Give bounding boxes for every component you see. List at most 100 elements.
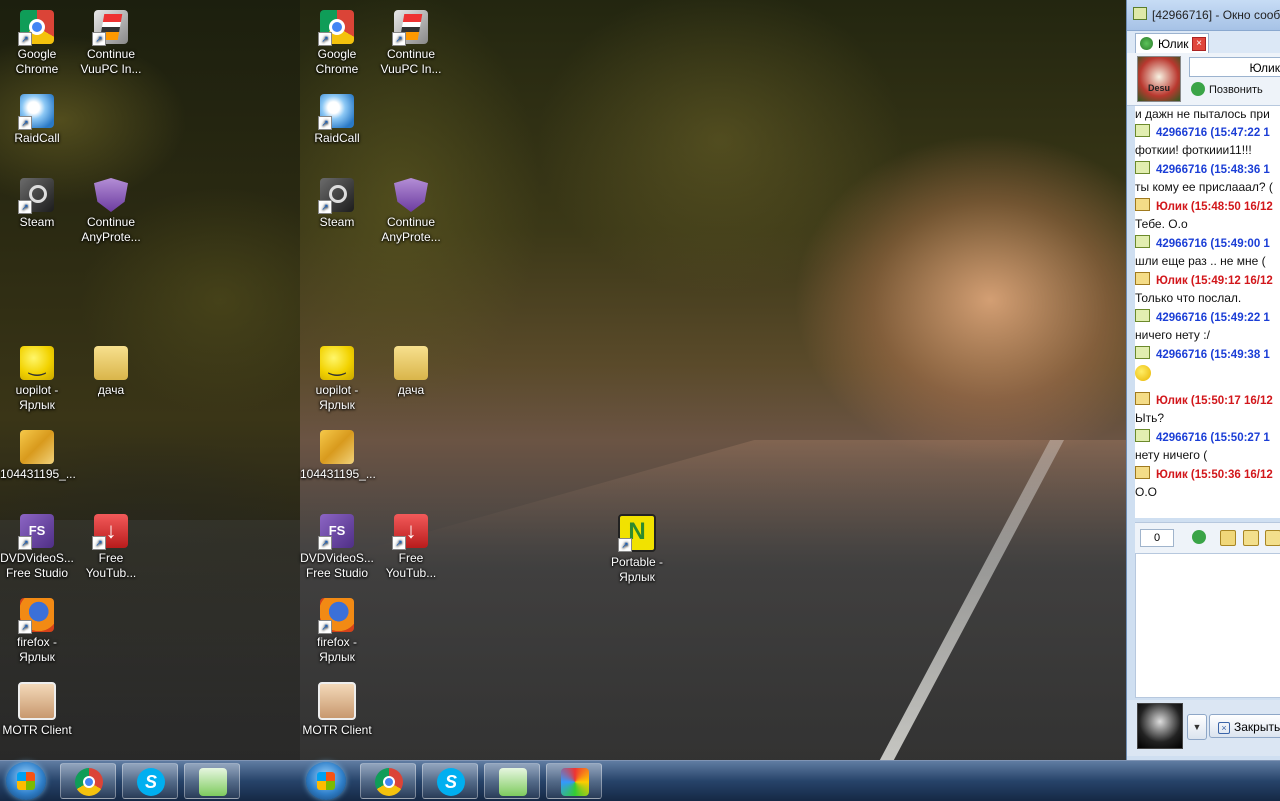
firefox-icon	[318, 598, 354, 634]
desktop-icon-label: 104431195_...	[300, 467, 376, 481]
desktop-icon-anyprotect[interactable]: Continue AnyProte...	[374, 172, 448, 245]
emoticons-icon[interactable]	[1192, 530, 1206, 544]
smiley-icon	[20, 346, 54, 380]
taskbar-paint[interactable]	[546, 763, 602, 799]
shield-icon	[394, 178, 428, 212]
desktop-icon-portable[interactable]: Portable - Ярлык	[600, 508, 674, 585]
paint-icon	[561, 768, 589, 796]
desktop-icon-label: Google Chrome	[15, 47, 59, 76]
desktop-icon-image[interactable]: 104431195_...	[300, 424, 376, 482]
start-button[interactable]	[6, 762, 46, 800]
char-counter: 0	[1140, 529, 1174, 547]
message-text: Тебе. О.о	[1135, 217, 1188, 231]
desktop-icon-uopilot[interactable]: uopilot - Ярлык	[0, 340, 74, 413]
message-log[interactable]: и дажн не пыталось при 42966716 (15:47:2…	[1135, 106, 1280, 518]
image-file-icon	[320, 430, 354, 464]
desktop-icon-motr[interactable]: MOTR Client	[300, 676, 374, 738]
message-item: 42966716 (15:49:22 1 ничего нету :/	[1135, 309, 1280, 346]
desktop-icon-label: Portable - Ярлык	[610, 555, 664, 584]
desktop-icon-anyprotect[interactable]: Continue AnyProte...	[74, 172, 148, 245]
chat-window[interactable]: [42966716] - Окно сообщений Юлик × Юлик …	[1126, 0, 1280, 760]
message-input[interactable]	[1135, 553, 1280, 698]
desktop-icon-firefox[interactable]: firefox - Ярлык	[0, 592, 74, 665]
desktop-icon-dacha[interactable]: дача	[74, 340, 148, 398]
desktop-icon-image[interactable]: 104431195_...	[0, 424, 76, 482]
desktop-icon-label: Continue AnyProte...	[381, 215, 441, 244]
desktop-icon-vuupc[interactable]: Continue VuuPC In...	[74, 4, 148, 77]
desktop-icon-freeyoutube[interactable]: Free YouTub...	[374, 508, 448, 581]
shield-icon	[94, 178, 128, 212]
close-button[interactable]: Закрыть	[1209, 714, 1280, 738]
desktop-icon-label: дача	[97, 383, 125, 397]
taskbar-chrome[interactable]	[360, 763, 416, 799]
steam-icon	[318, 178, 354, 214]
blushing-smiley-icon	[1135, 365, 1151, 381]
desktop-icon-label: Steam	[319, 215, 355, 229]
download-icon	[92, 514, 128, 550]
message-item: Юлик (15:50:17 16/12 Ыть?	[1135, 392, 1280, 429]
taskbar-skype[interactable]	[422, 763, 478, 799]
history-icon[interactable]	[1243, 530, 1259, 546]
start-button[interactable]	[306, 762, 346, 800]
chat-window-titlebar[interactable]: [42966716] - Окно сообщений	[1127, 0, 1280, 31]
chevron-down-icon[interactable]: ▼	[1187, 714, 1207, 740]
message-header-text: 42966716 (15:47:22 1	[1156, 127, 1270, 139]
desktop-icon-freeyoutube[interactable]: Free YouTub...	[74, 508, 148, 581]
chat-tab-yulik[interactable]: Юлик ×	[1135, 33, 1209, 53]
desktop-icon-raidcall[interactable]: RaidCall	[0, 88, 74, 146]
dvdvideosoft-icon	[18, 514, 54, 550]
taskbar-chrome[interactable]	[60, 763, 116, 799]
desktop-icon-dvdvideosoft[interactable]: DVDVideoS... Free Studio	[300, 508, 374, 581]
desktop-icon-label: RaidCall	[14, 131, 60, 145]
desktop-icon-dacha[interactable]: дача	[374, 340, 448, 398]
message-text: ты кому ее прислааал? (	[1135, 180, 1273, 194]
taskbar-qip[interactable]	[184, 763, 240, 799]
message-icon	[1135, 346, 1150, 359]
chat-window-title: [42966716] - Окно сообщений	[1152, 8, 1280, 22]
message-header-text: 42966716 (15:49:00 1	[1156, 238, 1270, 250]
desktop-icon-chrome[interactable]: Google Chrome	[300, 4, 374, 77]
desktop-icon-vuupc[interactable]: Continue VuuPC In...	[374, 4, 448, 77]
taskbar-right	[300, 760, 1280, 801]
desktop-icon-label: MOTR Client	[302, 723, 372, 737]
message-icon	[1135, 235, 1150, 248]
steam-icon	[18, 178, 54, 214]
motr-icon	[18, 682, 56, 720]
desktop-icon-label: Continue VuuPC In...	[80, 47, 142, 76]
message-item: Юлик (15:49:12 16/12 Только что послал.	[1135, 272, 1280, 309]
desktop-icon-firefox[interactable]: firefox - Ярлык	[300, 592, 374, 665]
close-tab-icon[interactable]: ×	[1192, 37, 1206, 51]
desktop-icon-chrome[interactable]: Google Chrome	[0, 4, 74, 77]
raidcall-icon	[18, 94, 54, 130]
message-header: Юлик (15:50:17 16/12	[1135, 392, 1280, 410]
desktop-icon-dvdvideosoft[interactable]: DVDVideoS... Free Studio	[0, 508, 74, 581]
call-button[interactable]: Позвонить	[1191, 82, 1263, 98]
raidcall-icon	[318, 94, 354, 130]
desktop-icon-label: firefox - Ярлык	[316, 635, 357, 664]
message-icon	[1135, 392, 1150, 405]
dvdvideosoft-icon	[318, 514, 354, 550]
desktop-icon-label: uopilot - Ярлык	[15, 383, 59, 412]
message-header: 42966716 (15:49:00 1	[1135, 235, 1280, 253]
motr-icon	[318, 682, 356, 720]
phone-icon	[1191, 82, 1205, 96]
desktop-icon-steam[interactable]: Steam	[0, 172, 74, 230]
taskbar-left	[0, 760, 300, 801]
chrome-icon	[18, 10, 54, 46]
contact-avatar[interactable]	[1137, 56, 1181, 102]
firefox-icon	[18, 598, 54, 634]
desktop-icon-steam[interactable]: Steam	[300, 172, 374, 230]
folder-icon	[94, 346, 128, 380]
taskbar-skype[interactable]	[122, 763, 178, 799]
quote-icon[interactable]	[1220, 530, 1236, 546]
skype-icon	[437, 768, 465, 796]
desktop-icon-raidcall[interactable]: RaidCall	[300, 88, 374, 146]
my-avatar[interactable]	[1137, 703, 1183, 749]
desktop-icon-uopilot[interactable]: uopilot - Ярлык	[300, 340, 374, 413]
taskbar-qip[interactable]	[484, 763, 540, 799]
skype-icon	[137, 768, 165, 796]
send-file-icon[interactable]	[1265, 530, 1280, 546]
desktop-icon-label: Free YouTub...	[85, 551, 137, 580]
message-icon	[1135, 309, 1150, 322]
desktop-icon-motr[interactable]: MOTR Client	[0, 676, 74, 738]
